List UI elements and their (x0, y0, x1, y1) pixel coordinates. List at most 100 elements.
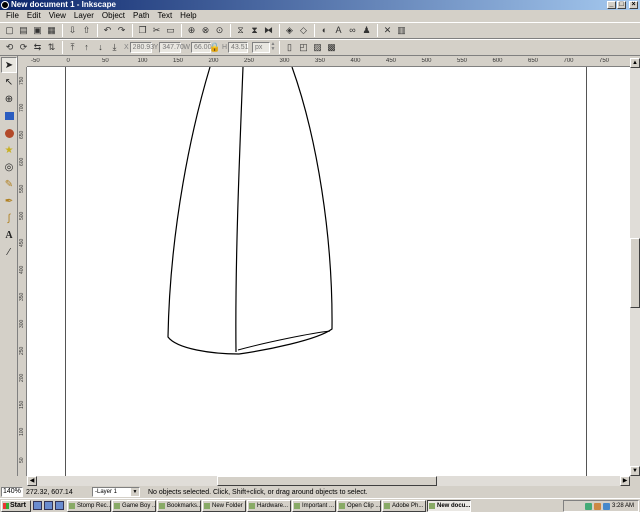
pencil-tool-icon[interactable]: ✎ (1, 176, 17, 192)
vertical-scrollbar[interactable]: ▲ ▼ (630, 58, 640, 476)
raise-icon[interactable]: ↑ (80, 41, 93, 54)
menu-edit[interactable]: Edit (23, 10, 45, 22)
taskbar-button-5[interactable]: Important ... (292, 499, 336, 512)
transform-pattern-icon[interactable]: ▩ (325, 41, 338, 54)
selector-tool-icon[interactable]: ➤ (1, 57, 17, 73)
scroll-left-icon[interactable]: ◀ (27, 476, 37, 486)
group-icon[interactable]: ◈ (283, 24, 296, 37)
undo-icon[interactable]: ↶ (101, 24, 114, 37)
menu-layer[interactable]: Layer (70, 10, 98, 22)
menu-file[interactable]: File (2, 10, 23, 22)
star-tool-icon[interactable]: ★ (1, 142, 17, 158)
copy-icon[interactable]: ❐ (136, 24, 149, 37)
align-distribute-icon[interactable]: ♟ (360, 24, 373, 37)
y-field[interactable]: 347.70 (159, 42, 184, 53)
save-icon[interactable]: ▣ (31, 24, 44, 37)
ruler-label: 750 (599, 58, 610, 64)
maximize-button[interactable]: □ (617, 1, 626, 9)
rotate-ccw-icon[interactable]: ⟲ (3, 41, 16, 54)
text-font-icon[interactable]: A (332, 24, 345, 37)
title-bar: New document 1 - Inkscape _ □ × (0, 0, 640, 10)
scale-stroke-icon[interactable]: ▯ (283, 41, 296, 54)
taskbar-button-8[interactable]: New docu... (427, 499, 471, 512)
lower-to-bottom-icon[interactable]: ⤓ (108, 41, 121, 54)
print-icon[interactable]: ▦ (45, 24, 58, 37)
xml-editor-icon[interactable]: ∞ (346, 24, 359, 37)
unit-spinner-icon[interactable]: ▲ ▼ (270, 42, 276, 53)
minimize-button[interactable]: _ (607, 1, 616, 9)
quicklaunch-ie-icon[interactable] (44, 501, 53, 510)
chevron-down-icon[interactable]: ▼ (131, 488, 139, 496)
text-tool-icon[interactable]: A (1, 227, 17, 243)
w-field[interactable]: 66.00 (190, 42, 211, 53)
ruler-label: 150 (19, 400, 25, 409)
open-icon[interactable]: ▤ (17, 24, 30, 37)
redo-icon[interactable]: ↷ (115, 24, 128, 37)
menu-path[interactable]: Path (129, 10, 153, 22)
import-icon[interactable]: ⇩ (66, 24, 79, 37)
lower-icon[interactable]: ↓ (94, 41, 107, 54)
cut-icon[interactable]: ✂ (150, 24, 163, 37)
taskbar-button-6[interactable]: Open Clip ... (337, 499, 381, 512)
export-icon[interactable]: ⇧ (80, 24, 93, 37)
pen-tool-icon[interactable]: ✒ (1, 193, 17, 209)
transform-gradient-icon[interactable]: ▨ (311, 41, 324, 54)
new-document-icon[interactable]: ▢ (3, 24, 16, 37)
rectangle-tool-icon[interactable] (1, 108, 17, 124)
lock-proportions-icon[interactable]: 🔒 (209, 41, 220, 54)
fill-stroke-icon[interactable]: ◐ (318, 24, 331, 37)
duplicate-icon[interactable]: ⧖ (234, 24, 247, 37)
zoom-page-icon[interactable]: ⊙ (213, 24, 226, 37)
ellipse-tool-icon[interactable] (1, 125, 17, 141)
horizontal-scroll-thumb[interactable] (217, 476, 437, 486)
h-field[interactable]: 43.51 (228, 42, 249, 53)
menu-text[interactable]: Text (154, 10, 177, 22)
scroll-right-icon[interactable]: ▶ (620, 476, 630, 486)
clone-icon[interactable]: ⧗ (248, 24, 261, 37)
inkscape-app-icon[interactable] (1, 1, 9, 9)
tray-network-icon[interactable] (584, 502, 592, 510)
flip-vertical-icon[interactable]: ⇅ (45, 41, 58, 54)
spiral-tool-icon[interactable]: ◎ (1, 159, 17, 175)
layer-selector[interactable]: -Layer 1 ▼ (92, 487, 140, 497)
raise-to-top-icon[interactable]: ⤒ (66, 41, 79, 54)
quicklaunch-explorer-icon[interactable] (55, 501, 64, 510)
close-button[interactable]: × (629, 1, 638, 9)
ruler-label: 350 (315, 58, 326, 64)
unit-select[interactable]: px (252, 42, 271, 53)
calligraphy-tool-icon[interactable]: ∫ (1, 210, 17, 226)
menu-help[interactable]: Help (176, 10, 200, 22)
zoom-field[interactable]: 140% (1, 487, 23, 497)
paste-icon[interactable]: ▭ (164, 24, 177, 37)
scroll-down-icon[interactable]: ▼ (630, 466, 640, 476)
rotate-cw-icon[interactable]: ⟳ (17, 41, 30, 54)
unlink-clone-icon[interactable]: ⧓ (262, 24, 275, 37)
drawing-canvas[interactable] (27, 67, 630, 476)
zoom-tool-icon[interactable]: ⊕ (1, 91, 17, 107)
scroll-up-icon[interactable]: ▲ (630, 58, 640, 68)
taskbar-button-2[interactable]: Bookmarks... (157, 499, 201, 512)
horizontal-scrollbar[interactable]: ◀ ▶ (27, 476, 630, 486)
ungroup-icon[interactable]: ◇ (297, 24, 310, 37)
vertical-scroll-thumb[interactable] (630, 238, 640, 308)
start-button[interactable]: Start (1, 499, 31, 512)
taskbar-button-1[interactable]: Game Boy ... (112, 499, 156, 512)
quicklaunch-desktop-icon[interactable] (33, 501, 42, 510)
menu-object[interactable]: Object (98, 10, 129, 22)
flip-horizontal-icon[interactable]: ⇆ (31, 41, 44, 54)
document-properties-icon[interactable]: ▥ (395, 24, 408, 37)
taskbar-button-4[interactable]: Hardware... (247, 499, 291, 512)
tray-shield-icon[interactable] (602, 502, 610, 510)
tray-volume-icon[interactable] (593, 502, 601, 510)
zoom-drawing-icon[interactable]: ⊗ (199, 24, 212, 37)
taskbar-button-7[interactable]: Adobe Ph... (382, 499, 426, 512)
menu-view[interactable]: View (45, 10, 70, 22)
taskbar-button-0[interactable]: Stomp Rec... (67, 499, 111, 512)
scale-corners-icon[interactable]: ◰ (297, 41, 310, 54)
dropper-tool-icon[interactable]: ⁄ (1, 244, 17, 260)
zoom-selection-icon[interactable]: ⊕ (185, 24, 198, 37)
x-field[interactable]: 280.93 (129, 42, 154, 53)
preferences-icon[interactable]: ✕ (381, 24, 394, 37)
node-tool-icon[interactable]: ↖ (1, 74, 17, 90)
taskbar-button-3[interactable]: New Folder (202, 499, 246, 512)
